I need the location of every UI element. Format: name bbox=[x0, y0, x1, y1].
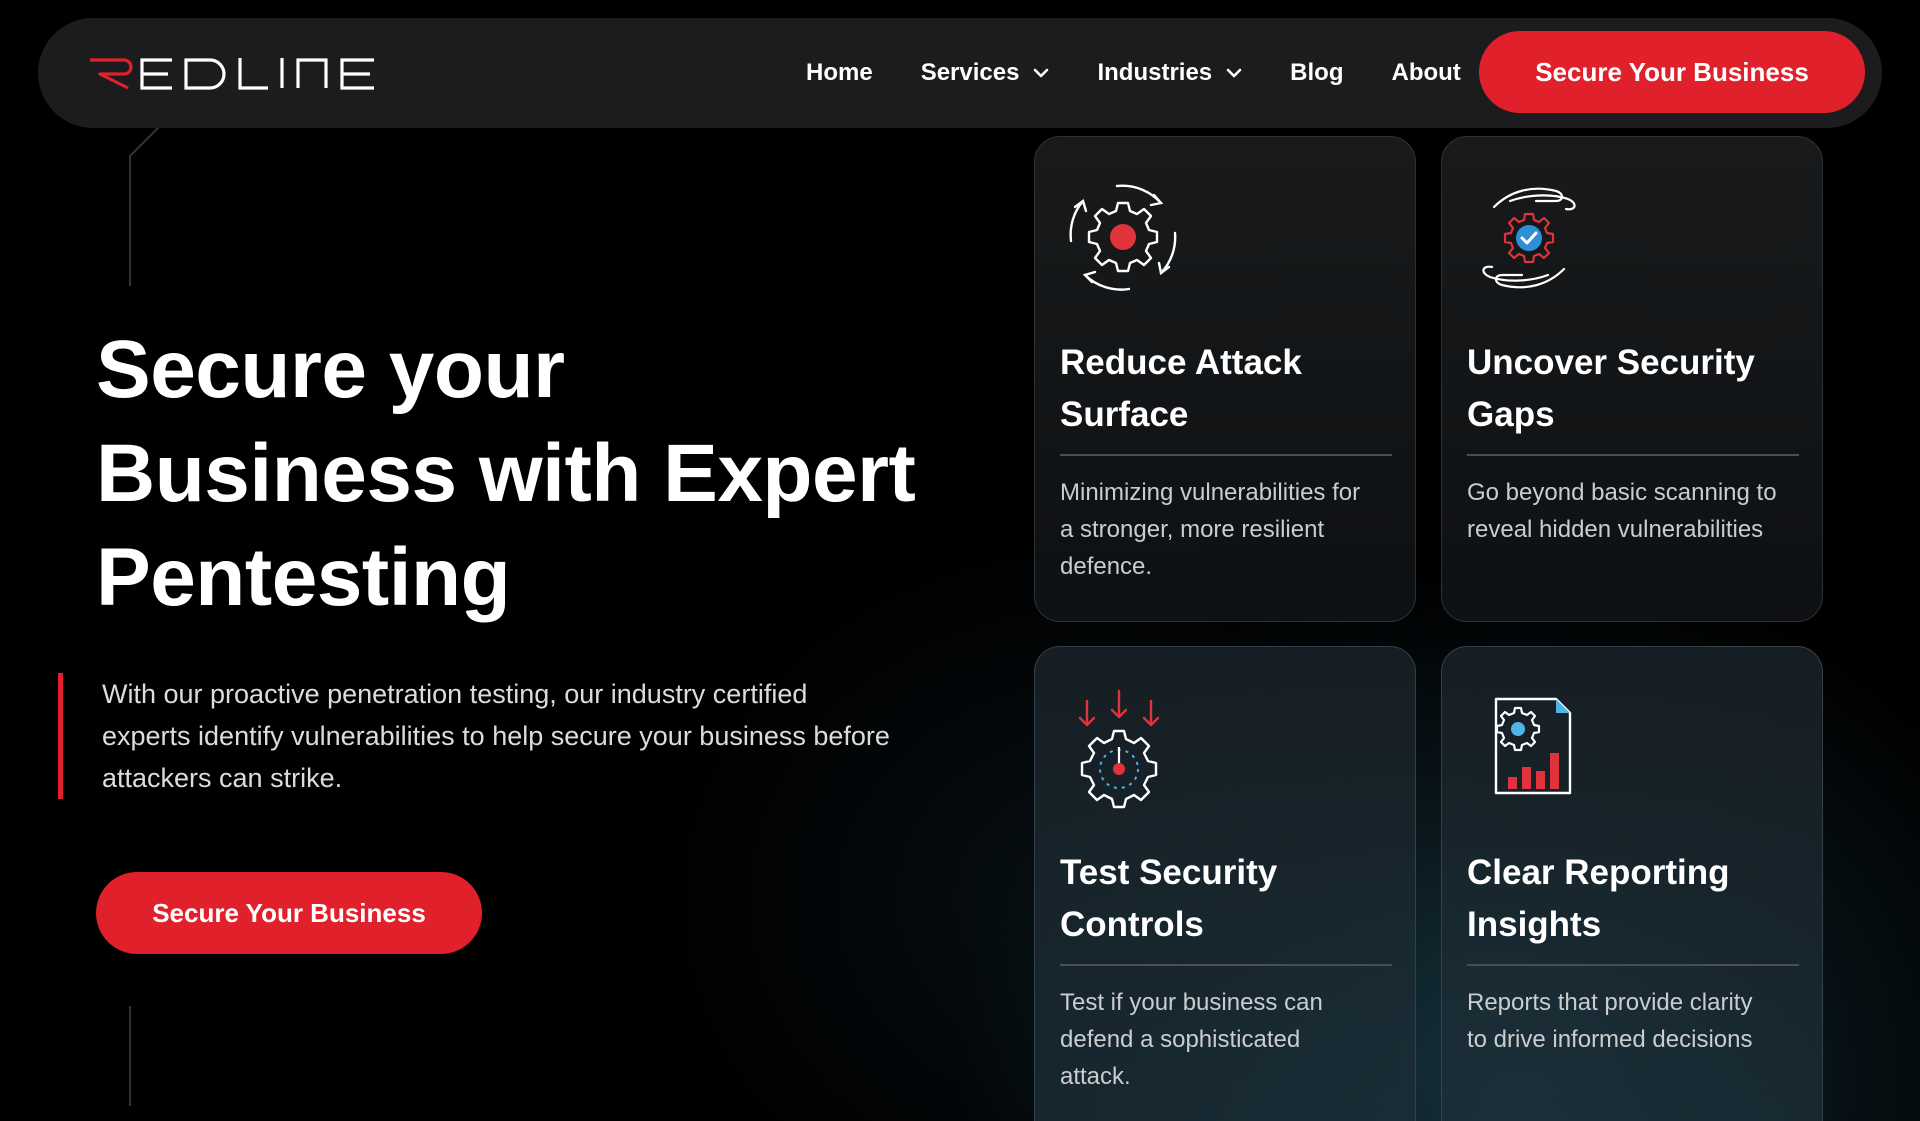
card-description-line: reveal hidden vulnerabilities bbox=[1467, 516, 1764, 543]
report-chart-icon bbox=[1494, 697, 1572, 795]
card-description-line: a stronger, more resilient bbox=[1060, 516, 1325, 543]
card-description-line: Reports that provide clarity bbox=[1467, 989, 1753, 1016]
hero-title-line: Secure your bbox=[96, 324, 565, 415]
page: Home Services Industries Blog About Secu… bbox=[0, 0, 1920, 1121]
chevron-down-icon bbox=[1034, 68, 1049, 78]
nav-cta-button[interactable]: Secure Your Business bbox=[1479, 31, 1865, 113]
card-title-line: Uncover Security bbox=[1467, 343, 1755, 382]
card-title-line: Test Security bbox=[1060, 853, 1278, 892]
nav-item-blog[interactable]: Blog bbox=[1290, 59, 1343, 87]
card-title: Reduce Attack Surface bbox=[1060, 337, 1400, 441]
card-title-line: Clear Reporting bbox=[1467, 853, 1730, 892]
feature-card-uncover-security-gaps: Uncover Security Gaps Go beyond basic sc… bbox=[1441, 136, 1823, 622]
feature-card-clear-reporting-insights: Clear Reporting Insights Reports that pr… bbox=[1441, 646, 1823, 1121]
card-title: Uncover Security Gaps bbox=[1467, 337, 1807, 441]
hero-description-line: experts identify vulnerabilities to help… bbox=[102, 721, 890, 751]
nav-item-industries[interactable]: Industries bbox=[1097, 59, 1242, 87]
card-title-line: Gaps bbox=[1467, 395, 1555, 434]
hero-description: With our proactive penetration testing, … bbox=[102, 673, 982, 799]
feature-card-test-security-controls: Test Security Controls Test if your busi… bbox=[1034, 646, 1416, 1121]
card-description-line: Minimizing vulnerabilities for bbox=[1060, 479, 1361, 506]
card-description: Go beyond basic scanning to reveal hidde… bbox=[1467, 474, 1807, 548]
card-description-line: to drive informed decisions bbox=[1467, 1026, 1753, 1053]
hero-title: Secure your Business with Expert Pentest… bbox=[96, 318, 996, 630]
hands-shield-gear-icon bbox=[1482, 187, 1576, 289]
nav-item-label: Blog bbox=[1290, 59, 1344, 86]
card-description-line: Test if your business can bbox=[1060, 989, 1323, 1016]
nav-item-services[interactable]: Services bbox=[921, 59, 1050, 87]
card-title-line: Insights bbox=[1467, 905, 1602, 944]
card-description-line: attack. bbox=[1060, 1063, 1131, 1090]
hero-title-line: Business with Expert bbox=[96, 428, 916, 519]
card-divider bbox=[1060, 964, 1392, 966]
nav-links: Home Services Industries Blog About bbox=[806, 18, 1509, 128]
card-divider bbox=[1060, 454, 1392, 456]
hero-accent-bar bbox=[58, 673, 63, 799]
hero-description-line: attackers can strike. bbox=[102, 763, 343, 793]
card-description-line: defend a sophisticated bbox=[1060, 1026, 1301, 1053]
hero-title-line: Pentesting bbox=[96, 532, 511, 623]
hero-cta-button[interactable]: Secure Your Business bbox=[96, 872, 482, 954]
navbar: Home Services Industries Blog About Secu… bbox=[38, 18, 1882, 128]
chevron-down-icon bbox=[1226, 68, 1242, 78]
nav-item-home[interactable]: Home bbox=[806, 59, 873, 87]
card-description: Reports that provide clarity to drive in… bbox=[1467, 984, 1807, 1058]
nav-item-label: About bbox=[1391, 59, 1461, 86]
nav-item-label: Services bbox=[920, 59, 1020, 86]
card-divider bbox=[1467, 454, 1799, 456]
card-title-line: Surface bbox=[1060, 395, 1189, 434]
feature-card-reduce-attack-surface: Reduce Attack Surface Minimizing vulnera… bbox=[1034, 136, 1416, 622]
nav-item-about[interactable]: About bbox=[1391, 59, 1460, 87]
card-description: Minimizing vulnerabilities for a stronge… bbox=[1060, 474, 1400, 585]
card-description-line: defence. bbox=[1060, 553, 1153, 580]
nav-item-label: Home bbox=[806, 59, 873, 86]
redline-logo[interactable] bbox=[88, 56, 378, 90]
hero-description-line: With our proactive penetration testing, … bbox=[102, 679, 808, 709]
card-description: Test if your business can defend a sophi… bbox=[1060, 984, 1400, 1095]
card-description-line: Go beyond basic scanning to bbox=[1467, 479, 1777, 506]
card-title: Clear Reporting Insights bbox=[1467, 847, 1807, 951]
card-title: Test Security Controls bbox=[1060, 847, 1400, 951]
gear-arrows-target-icon bbox=[1078, 689, 1160, 809]
card-title-line: Reduce Attack bbox=[1060, 343, 1302, 382]
card-divider bbox=[1467, 964, 1799, 966]
card-title-line: Controls bbox=[1060, 905, 1204, 944]
gear-cycle-icon bbox=[1069, 184, 1177, 291]
nav-item-label: Industries bbox=[1097, 59, 1213, 86]
